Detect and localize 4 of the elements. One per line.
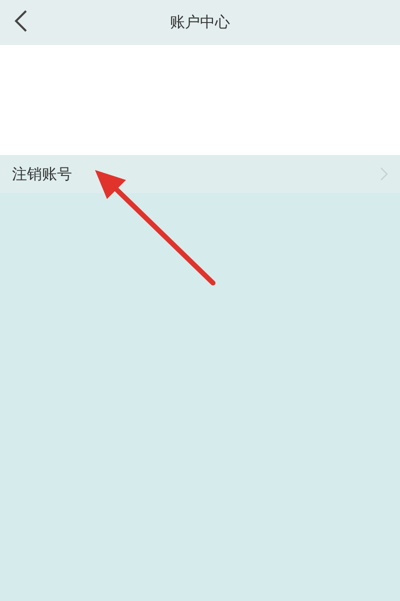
back-icon[interactable]: [14, 10, 28, 32]
page-title: 账户中心: [170, 13, 230, 32]
menu-item[interactable]: 注销账号: [0, 155, 400, 193]
chevron-icon: [380, 167, 388, 181]
